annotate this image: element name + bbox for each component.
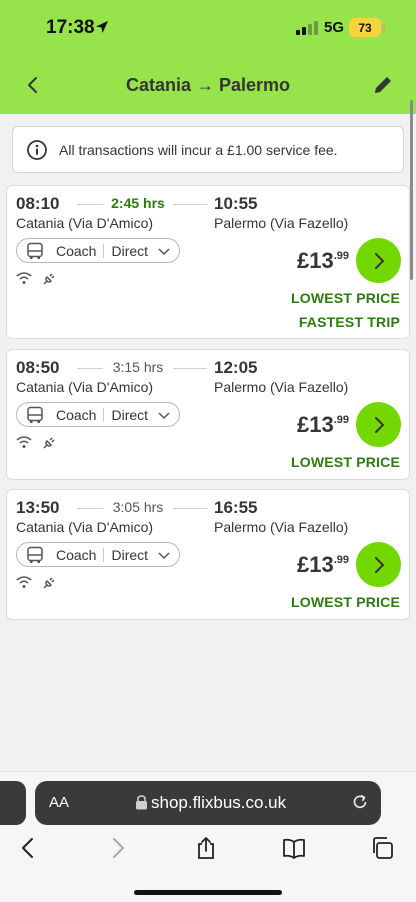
price-main: £13: [296, 248, 334, 273]
wifi-icon: [16, 436, 32, 448]
amenities: [16, 574, 58, 590]
divider: [103, 243, 105, 258]
signal-icon: [296, 21, 318, 35]
address-bar[interactable]: AA shop.flixbus.co.uk: [35, 781, 381, 825]
chevron-down-icon: [158, 247, 170, 255]
bookmarks-icon[interactable]: [282, 836, 306, 860]
divider: [103, 547, 105, 562]
vehicle-type: Coach: [56, 406, 97, 423]
price-cents: .99: [333, 554, 349, 566]
lowest-price-badge: LOWEST PRICE: [291, 594, 400, 610]
lock-icon: [136, 795, 147, 810]
departure-station: Catania (Via D'Amico): [16, 215, 154, 231]
chevron-right-icon: [374, 556, 384, 573]
tabs-icon[interactable]: [370, 836, 394, 860]
page-title: Catania → Palermo: [125, 75, 291, 95]
route-type: Direct: [111, 406, 149, 423]
trip-details-dropdown[interactable]: Coach Direct: [16, 238, 180, 263]
trip-duration: 3:15 hrs: [103, 359, 173, 375]
trip-price: £13.99: [297, 248, 349, 274]
route-type: Direct: [111, 242, 149, 259]
trip-price: £13.99: [297, 552, 349, 578]
trip-price: £13.99: [297, 412, 349, 438]
arrival-time: 16:55: [214, 498, 258, 517]
power-plug-icon: [43, 577, 55, 589]
departure-station: Catania (Via D'Amico): [16, 379, 154, 395]
trip-details-dropdown[interactable]: Coach Direct: [16, 542, 180, 567]
power-plug-icon: [43, 437, 55, 449]
browser-toolbar: AA shop.flixbus.co.uk: [0, 771, 416, 902]
route-type: Direct: [111, 546, 149, 563]
vehicle-type: Coach: [56, 546, 97, 563]
chevron-down-icon: [158, 551, 170, 559]
select-trip-button[interactable]: [356, 238, 401, 283]
arrival-station: Palermo (Via Fazello): [214, 215, 349, 231]
departure-time: 08:50: [16, 358, 60, 377]
pencil-icon[interactable]: [372, 74, 394, 96]
notice-text: All transactions will incur a £1.00 serv…: [59, 141, 338, 158]
share-icon[interactable]: [194, 836, 218, 860]
url-text: shop.flixbus.co.uk: [151, 793, 287, 812]
lowest-price-badge: LOWEST PRICE: [291, 290, 400, 306]
bus-icon: [27, 242, 43, 259]
power-plug-icon: [43, 273, 55, 285]
text-size-button[interactable]: AA: [49, 794, 69, 811]
trip-details-dropdown[interactable]: Coach Direct: [16, 402, 180, 427]
location-arrow-icon: [96, 21, 108, 33]
previous-tab-preview[interactable]: [0, 781, 26, 825]
status-time: 17:38: [46, 17, 95, 38]
select-trip-button[interactable]: [356, 402, 401, 447]
fastest-trip-badge: FASTEST TRIP: [298, 314, 400, 330]
forward-icon[interactable]: [106, 836, 130, 860]
wifi-icon: [16, 272, 32, 284]
trip-card[interactable]: 08:50 3:15 hrs 12:05 Catania (Via D'Amic…: [6, 349, 410, 480]
chevron-down-icon: [158, 411, 170, 419]
departure-time: 08:10: [16, 194, 60, 213]
amenities: [16, 270, 58, 286]
reload-icon[interactable]: [351, 793, 369, 811]
trip-duration: 2:45 hrs: [103, 195, 173, 211]
wifi-icon: [16, 576, 32, 588]
select-trip-button[interactable]: [356, 542, 401, 587]
departure-time: 13:50: [16, 498, 60, 517]
bus-icon: [27, 406, 43, 423]
price-main: £13: [296, 552, 334, 577]
arrival-station: Palermo (Via Fazello): [214, 519, 349, 535]
trip-card[interactable]: 08:10 2:45 hrs 10:55 Catania (Via D'Amic…: [6, 185, 410, 339]
battery-icon: 73: [349, 18, 381, 37]
chevron-right-icon: [374, 416, 384, 433]
app-header: 17:38 5G 73 Catania → Palermo: [0, 0, 416, 114]
scroll-indicator[interactable]: [410, 100, 413, 280]
lowest-price-badge: LOWEST PRICE: [291, 454, 400, 470]
price-cents: .99: [333, 414, 349, 426]
trip-card[interactable]: 13:50 3:05 hrs 16:55 Catania (Via D'Amic…: [6, 489, 410, 620]
departure-station: Catania (Via D'Amico): [16, 519, 154, 535]
battery-tip: [382, 24, 385, 31]
vehicle-type: Coach: [56, 242, 97, 259]
network-type: 5G: [324, 19, 345, 36]
chevron-right-icon: [374, 252, 384, 269]
info-icon: [27, 139, 47, 160]
arrival-station: Palermo (Via Fazello): [214, 379, 349, 395]
service-fee-notice: All transactions will incur a £1.00 serv…: [12, 126, 404, 173]
price-cents: .99: [333, 250, 349, 262]
home-indicator: [134, 890, 282, 895]
battery-level: 73: [358, 20, 372, 35]
arrival-time: 10:55: [214, 194, 258, 213]
divider: [103, 407, 105, 422]
amenities: [16, 434, 58, 450]
price-main: £13: [296, 412, 334, 437]
arrival-time: 12:05: [214, 358, 258, 377]
trip-duration: 3:05 hrs: [103, 499, 173, 515]
bus-icon: [27, 546, 43, 563]
back-icon[interactable]: [16, 836, 40, 860]
